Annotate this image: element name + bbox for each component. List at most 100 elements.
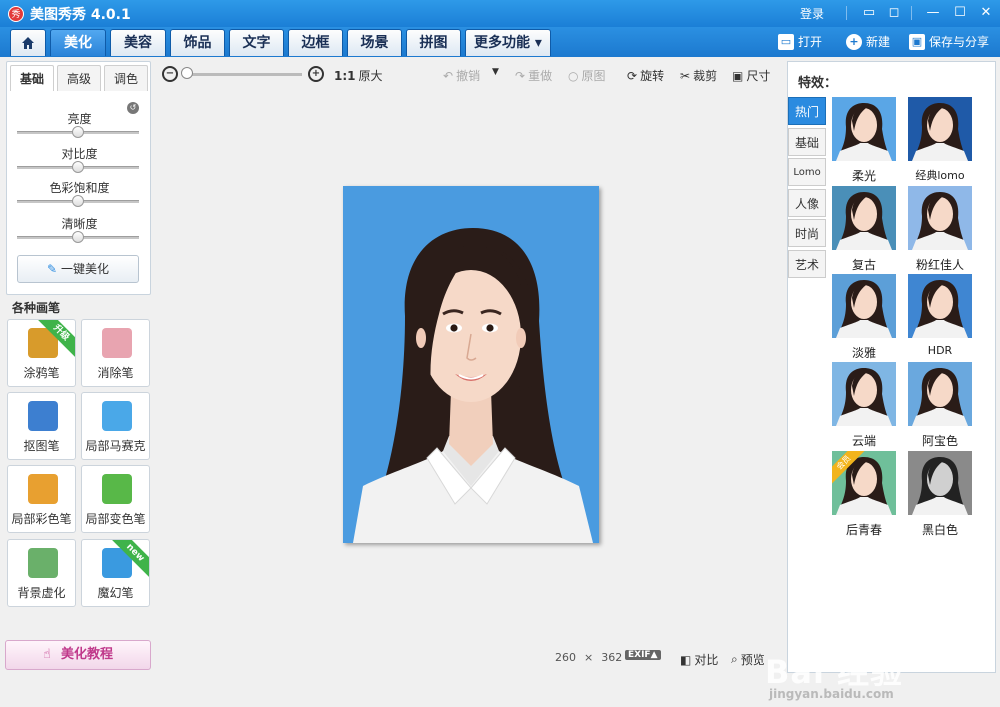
tab-accessories[interactable]: 饰品 <box>170 29 225 56</box>
tab-beautify[interactable]: 美化 <box>50 29 106 56</box>
tab-more-features[interactable]: 更多功能 ▾ <box>465 29 551 56</box>
compare-icon: ◧ <box>680 652 692 667</box>
effect-category-tab[interactable]: 艺术 <box>788 249 826 278</box>
scissors-icon: ✂ <box>680 68 691 83</box>
home-icon <box>22 37 34 49</box>
undo-history-dropdown[interactable]: ▼ <box>492 67 499 77</box>
app-title: 美图秀秀 4.0.1 <box>30 6 131 23</box>
title-bar: 秀 美图秀秀 4.0.1 登录 ▭ ◻ — ☐ ✕ <box>0 0 1000 27</box>
redo-button[interactable]: ↷ 重做 <box>515 67 552 84</box>
effect-thumbnail[interactable] <box>832 362 896 426</box>
tab-basic[interactable]: 基础 <box>10 65 54 91</box>
exif-button[interactable]: EXIF▲ <box>625 650 661 660</box>
effect-thumbnail[interactable] <box>832 97 896 161</box>
effect-label: 淡雅 <box>851 346 876 360</box>
skin-icon[interactable]: ◻ <box>885 4 903 22</box>
one-click-beautify-button[interactable]: ✎ 一键美化 <box>17 255 139 283</box>
circle-icon: ○ <box>568 68 579 83</box>
compare-button[interactable]: ◧ 对比 <box>680 651 718 668</box>
adjust-slider[interactable] <box>17 161 139 173</box>
tab-face[interactable]: 美容 <box>110 29 166 56</box>
actual-size-button[interactable]: 1:1 原大 <box>334 67 383 84</box>
mosaic-brush-button[interactable]: 局部马赛克 <box>81 392 150 460</box>
effect-thumbnail[interactable] <box>908 274 972 338</box>
tab-border[interactable]: 边框 <box>288 29 343 56</box>
save-share-button[interactable]: ▣ 保存与分享 <box>909 33 989 50</box>
color-brush-button[interactable]: 局部彩色笔 <box>7 465 76 533</box>
folder-icon: ▭ <box>778 33 794 50</box>
effect-preview-image <box>912 457 968 515</box>
effect-thumbnail[interactable] <box>908 362 972 426</box>
recolor-brush-icon <box>102 474 132 504</box>
preview-button[interactable]: ⌕ 预览 <box>731 651 765 668</box>
close-icon[interactable]: ✕ <box>977 4 995 22</box>
slider-thumb[interactable] <box>72 195 84 207</box>
tab-advanced[interactable]: 高级 <box>57 65 101 91</box>
resize-icon: ▣ <box>732 68 744 83</box>
maximize-icon[interactable]: ☐ <box>951 4 969 22</box>
undo-button[interactable]: ↶ 撤销 <box>443 67 480 84</box>
effect-thumbnail[interactable] <box>832 186 896 250</box>
zoom-in-icon[interactable]: + <box>308 66 324 82</box>
effect-thumbnail[interactable] <box>832 274 896 338</box>
effect-thumbnail[interactable] <box>908 97 972 161</box>
home-tab[interactable] <box>10 29 46 56</box>
magic-brush-button[interactable]: 魔幻笔 new <box>81 539 150 607</box>
photo-canvas[interactable] <box>343 186 599 543</box>
tab-collage[interactable]: 拼图 <box>406 29 461 56</box>
adjust-slider[interactable] <box>17 231 139 243</box>
original-button[interactable]: ○ 原图 <box>568 67 606 84</box>
chevron-down-icon: ▼ <box>492 67 499 77</box>
zoom-slider-thumb[interactable] <box>181 67 193 79</box>
tool-label: 魔幻笔 <box>97 586 134 600</box>
magic-wand-icon: ✎ <box>47 262 58 276</box>
effect-preview-image <box>836 192 892 250</box>
crop-button[interactable]: ✂ 裁剪 <box>680 67 717 84</box>
new-button[interactable]: + 新建 <box>846 33 890 50</box>
slider-label: 对比度 <box>61 147 98 161</box>
slider-label: 亮度 <box>67 112 92 126</box>
tool-label: 局部马赛克 <box>85 439 146 453</box>
adjust-slider[interactable] <box>17 195 139 207</box>
brushes-heading: 各种画笔 <box>12 301 61 315</box>
separator <box>846 6 847 20</box>
effect-category-tab[interactable]: 人像 <box>788 188 826 217</box>
effect-thumbnail[interactable] <box>908 451 972 515</box>
effect-thumbnail[interactable]: 会员 <box>832 451 896 515</box>
effect-category-tab[interactable]: 时尚 <box>788 219 826 247</box>
effect-preview-image <box>912 280 968 338</box>
effect-preview-image <box>836 368 892 426</box>
doodle-brush-button[interactable]: 涂鸦笔 升级 <box>7 319 76 387</box>
rotate-button[interactable]: ⟳ 旋转 <box>627 67 664 84</box>
plus-icon: + <box>846 33 862 50</box>
eraser-brush-button[interactable]: 消除笔 <box>81 319 150 387</box>
effect-category-tab[interactable]: 基础 <box>788 127 826 156</box>
image-dimensions: 260 × 362 <box>555 651 623 664</box>
effect-category-tab[interactable]: Lomo <box>788 158 826 186</box>
mosaic-brush-icon <box>102 401 132 431</box>
cutout-brush-button[interactable]: 抠图笔 <box>7 392 76 460</box>
bg-blur-brush-button[interactable]: 背景虚化 <box>7 539 76 607</box>
minimize-icon[interactable]: — <box>924 4 942 22</box>
slider-thumb[interactable] <box>72 126 84 138</box>
effects-panel: 特效： 热门 基础 Lomo 人像 时尚 艺术 柔光 经典lomo 复古 粉红佳人 淡雅 HDR 云端… <box>787 61 996 673</box>
tutorial-button[interactable]: ☝ 美化教程 <box>5 640 151 670</box>
adjust-slider[interactable] <box>17 126 139 138</box>
message-icon[interactable]: ▭ <box>860 4 878 22</box>
tab-color-tone[interactable]: 调色 <box>104 65 148 91</box>
effect-thumbnail[interactable] <box>908 186 972 250</box>
resize-button[interactable]: ▣ 尺寸 <box>732 67 770 84</box>
adjust-panel: 基础 高级 调色 ↺ 亮度 对比度 色彩饱和度 清晰度 ✎ 一键美化 <box>6 61 151 295</box>
zoom-slider[interactable] <box>182 73 302 76</box>
zoom-out-icon[interactable]: − <box>162 66 178 82</box>
tool-label: 涂鸦笔 <box>23 366 60 380</box>
recolor-brush-button[interactable]: 局部变色笔 <box>81 465 150 533</box>
effect-preview-image <box>912 368 968 426</box>
login-link[interactable]: 登录 <box>800 5 824 22</box>
tab-text[interactable]: 文字 <box>229 29 284 56</box>
slider-thumb[interactable] <box>72 161 84 173</box>
slider-thumb[interactable] <box>72 231 84 243</box>
open-button[interactable]: ▭ 打开 <box>778 33 822 50</box>
effect-category-tab[interactable]: 热门 <box>788 97 826 125</box>
tab-scene[interactable]: 场景 <box>347 29 402 56</box>
